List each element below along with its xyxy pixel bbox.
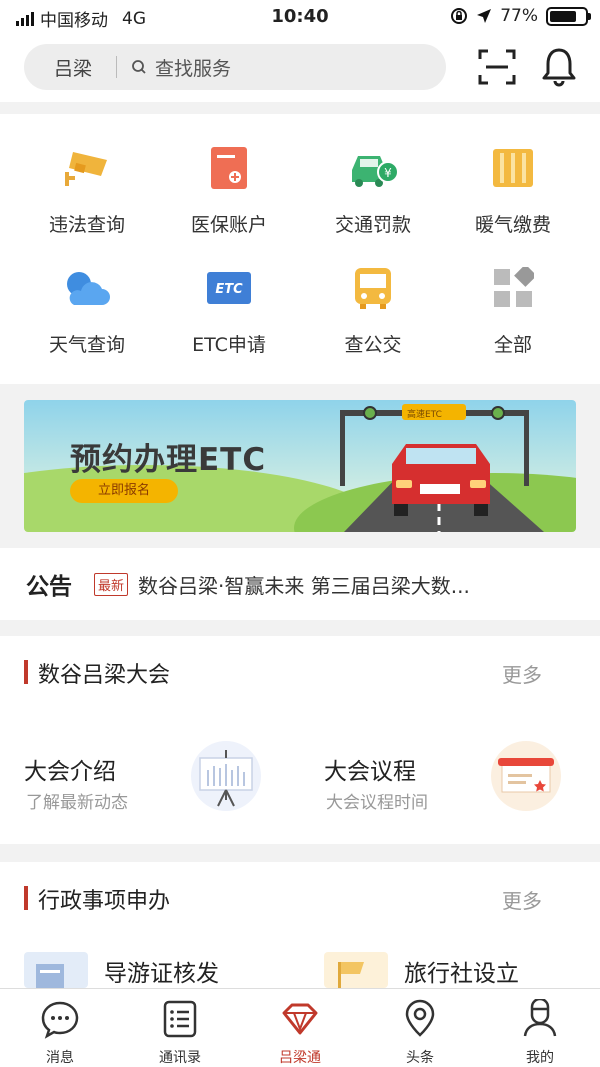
tab-label: 我的 (526, 1050, 554, 1066)
location-arrow-icon (477, 9, 492, 23)
status-bar: 中国移动 4G 10:40 77% (0, 0, 600, 34)
service-label: 医保账户 (190, 214, 267, 236)
service-traffic-fine[interactable]: ¥ 交通罚款 (298, 142, 448, 237)
tab-label: 吕梁通 (279, 1050, 321, 1066)
contacts-icon (163, 1000, 197, 1038)
section-accent-bar (24, 660, 28, 684)
svg-text:¥: ¥ (384, 166, 392, 180)
search-icon (132, 60, 146, 74)
service-label: 全部 (493, 334, 532, 356)
tab-label: 消息 (46, 1050, 74, 1066)
flag-icon (324, 952, 388, 988)
battery-icon (546, 6, 591, 26)
service-medical-account[interactable]: 医保账户 (154, 142, 304, 237)
service-bus-query[interactable]: 查公交 (298, 262, 448, 357)
card-title: 旅行社设立 (404, 961, 519, 987)
notice-bar[interactable]: 公告 最新 数谷吕梁·智赢未来 第三届吕梁大数... (0, 548, 600, 620)
header: 吕梁 查找服务 (0, 34, 600, 102)
agenda-banner-icon (491, 741, 561, 811)
tab-label: 通讯录 (159, 1050, 201, 1066)
conference-section: 数谷吕梁大会 更多 大会介绍 了解最新动态 大会议程 大会议程时间 (0, 636, 600, 844)
weather-icon (67, 272, 110, 305)
car-fine-icon: ¥ (352, 156, 399, 187)
card-title: 大会介绍 (24, 759, 116, 785)
search-bar[interactable]: 吕梁 查找服务 (24, 44, 446, 90)
service-label: 暖气缴费 (474, 214, 551, 236)
search-input[interactable]: 查找服务 (155, 54, 231, 81)
camera-icon (65, 152, 107, 186)
battery-percent: 77% (500, 6, 538, 26)
diamond-icon (282, 1003, 318, 1035)
tab-label: 头条 (406, 1050, 434, 1066)
etc-promo-banner[interactable]: 高速ETC 预约办理ETC 立即报名 (24, 400, 576, 532)
gate-label: 高速ETC (407, 410, 442, 420)
section-accent-bar (24, 886, 28, 910)
tab-mine[interactable]: 我的 (480, 989, 600, 1067)
banner-title: 预约办理ETC (70, 442, 267, 478)
headline-icon (405, 999, 435, 1037)
presentation-board-icon (191, 741, 261, 811)
service-weather[interactable]: 天气查询 (12, 262, 162, 357)
profile-icon (523, 997, 557, 1037)
scan-icon[interactable] (478, 49, 516, 85)
tab-headlines[interactable]: 头条 (360, 989, 480, 1067)
divider (116, 56, 118, 78)
notice-text[interactable]: 数谷吕梁·智赢未来 第三届吕梁大数... (138, 570, 470, 599)
card-title: 大会议程 (324, 759, 416, 785)
service-label: 天气查询 (48, 334, 125, 356)
message-icon (41, 1001, 79, 1039)
battery-fill (550, 10, 577, 22)
document-icon (24, 952, 88, 988)
medical-card-icon (211, 147, 247, 189)
orientation-lock-icon (451, 8, 468, 24)
register-now-button[interactable]: 立即报名 (70, 479, 178, 503)
service-heating-payment[interactable]: 暖气缴费 (438, 142, 588, 237)
notice-title: 公告 (26, 574, 72, 600)
tab-messages[interactable]: 消息 (0, 989, 120, 1067)
svg-text:ETC: ETC (215, 282, 243, 297)
tab-lvliangtong[interactable]: 吕梁通 (240, 989, 360, 1067)
service-all[interactable]: 全部 (438, 262, 588, 357)
card-title: 导游证核发 (104, 961, 219, 987)
city-selector[interactable]: 吕梁 (54, 54, 92, 81)
service-label: 交通罚款 (334, 214, 411, 236)
service-label: 违法查询 (48, 214, 125, 236)
service-violation-query[interactable]: 违法查询 (12, 142, 162, 237)
radiator-icon (493, 149, 533, 187)
card-subtitle: 大会议程时间 (326, 793, 428, 813)
bell-icon[interactable] (540, 46, 578, 88)
tab-contacts[interactable]: 通讯录 (120, 989, 240, 1067)
service-grid: 违法查询 医保账户 ¥ 交通罚款 暖气缴费 天气查询 ETC ETC申请 查公交… (0, 114, 600, 384)
all-grid-icon (494, 267, 534, 307)
bus-icon (355, 268, 391, 309)
bottom-tab-bar: 消息 通讯录 吕梁通 头条 我的 (0, 988, 600, 1067)
more-link[interactable]: 更多 (502, 659, 542, 688)
section-title: 数谷吕梁大会 (38, 663, 171, 688)
service-label: 查公交 (344, 334, 402, 356)
latest-badge: 最新 (94, 572, 129, 596)
more-link[interactable]: 更多 (502, 885, 542, 914)
service-etc-apply[interactable]: ETC ETC申请 (154, 262, 304, 357)
section-title: 行政事项申办 (38, 889, 171, 914)
admin-section: 行政事项申办 更多 导游证核发 旅行社设立 (0, 862, 600, 988)
card-subtitle: 了解最新动态 (26, 793, 128, 813)
etc-card-icon: ETC (207, 272, 251, 304)
service-label: ETC申请 (192, 334, 266, 356)
